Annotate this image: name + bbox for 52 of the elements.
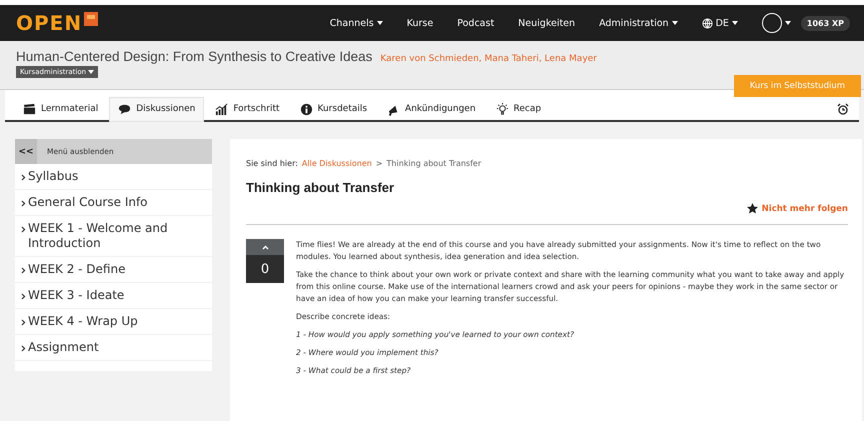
sidebar-item[interactable]: Syllabus — [15, 164, 212, 190]
nav-link[interactable]: Neuigkeiten — [518, 18, 576, 28]
chevron-right-icon — [21, 345, 26, 352]
star-icon — [746, 203, 758, 214]
sidebar-item[interactable]: WEEK 1 - Welcome and Introduction — [15, 216, 212, 257]
avatar-icon — [762, 13, 782, 33]
sidebar-item[interactable]: WEEK 4 - Wrap Up — [15, 309, 212, 335]
upvote-button[interactable] — [246, 239, 284, 255]
chevron-right-icon — [21, 293, 26, 300]
speech-bubble-icon — [118, 102, 132, 116]
course-tab[interactable]: Ankündigungen — [379, 98, 484, 120]
logo-mark-icon — [84, 12, 98, 26]
alarm-clock-icon[interactable] — [837, 103, 849, 115]
course-tab[interactable]: Fortschritt — [207, 98, 288, 120]
course-tab[interactable]: Lernmaterial — [15, 98, 106, 120]
logo[interactable]: OPEN — [16, 11, 82, 35]
course-tab[interactable]: Recap — [488, 98, 550, 120]
sidebar-item[interactable]: Assignment — [15, 335, 212, 361]
caret-icon — [732, 21, 738, 25]
chevron-right-icon — [21, 319, 26, 326]
topic-title: Thinking about Transfer — [246, 180, 396, 195]
chevron-up-icon — [262, 244, 268, 250]
language-menu[interactable]: DE — [702, 18, 738, 28]
caret-icon — [784, 21, 791, 25]
xp-badge: 1063 XP — [800, 16, 850, 30]
chevron-right-icon — [21, 267, 26, 274]
nav-link[interactable]: Podcast — [457, 18, 494, 28]
nav-link[interactable]: Kurse — [406, 18, 434, 28]
clapperboard-icon — [23, 102, 36, 116]
breadcrumb-current: Thinking about Transfer — [386, 159, 482, 168]
light-bulb-icon — [496, 102, 509, 116]
course-tab[interactable]: Kursdetails — [292, 98, 376, 120]
globe-icon — [702, 18, 713, 28]
profile-menu[interactable] — [762, 13, 791, 33]
sidebar-item[interactable]: General Course Info — [15, 190, 212, 216]
vote-count: 0 — [246, 255, 284, 283]
info-icon — [300, 102, 313, 116]
breadcrumb-label: Sie sind hier: — [246, 159, 298, 168]
breadcrumb-separator: > — [376, 159, 383, 168]
caret-icon — [376, 21, 383, 25]
sidebar-item[interactable]: WEEK 3 - Ideate — [15, 283, 212, 309]
caret-icon — [672, 21, 678, 25]
sidebar-item[interactable]: WEEK 2 - Define — [15, 257, 212, 283]
nav-link[interactable]: Channels — [330, 18, 383, 28]
bar-chart-icon — [215, 102, 228, 116]
caret-icon — [88, 70, 94, 74]
course-tab[interactable]: Diskussionen — [110, 98, 204, 120]
chevron-right-icon — [21, 174, 26, 181]
chevron-right-icon — [21, 200, 26, 207]
chevron-right-icon — [21, 226, 26, 233]
nav-link[interactable]: Administration — [599, 18, 678, 28]
course-title: Human-Centered Design: From Synthesis to Creative Ideas — [16, 49, 372, 64]
